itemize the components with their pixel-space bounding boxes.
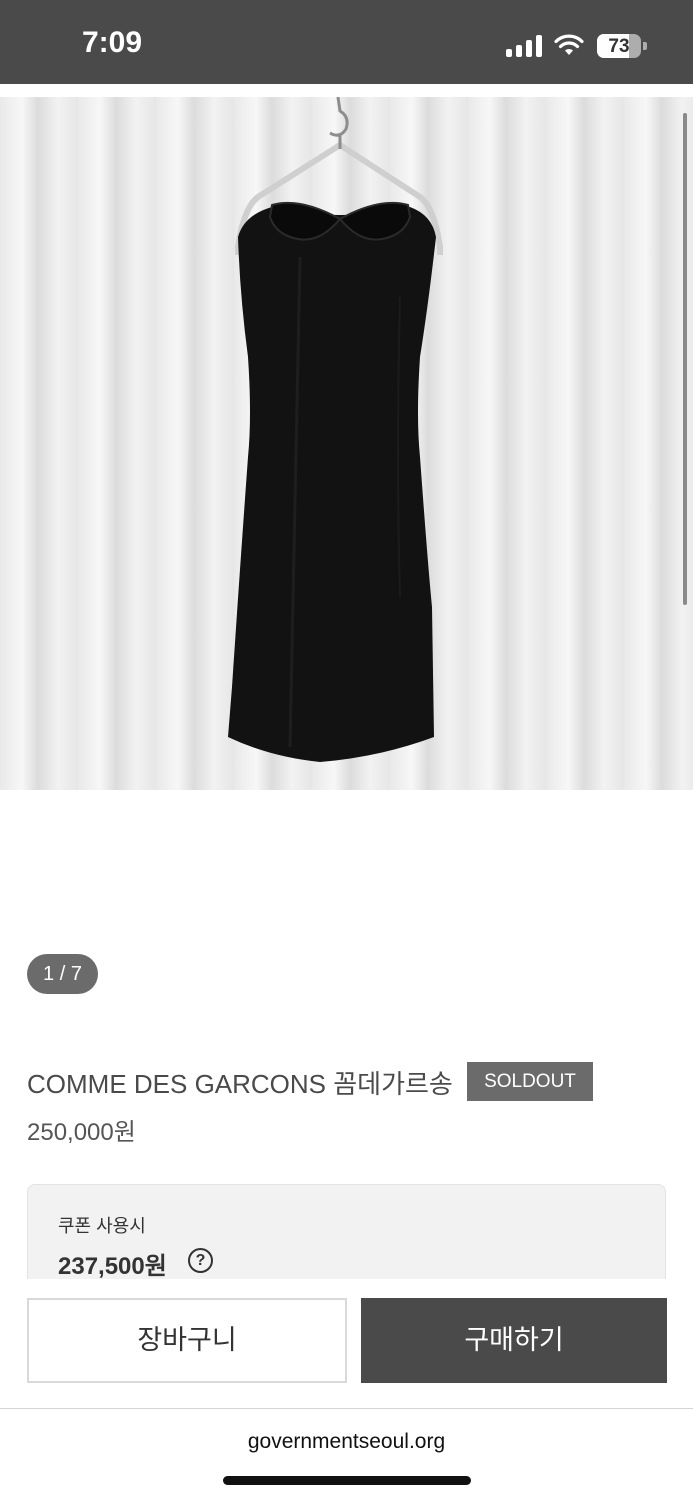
buy-button[interactable]: 구매하기 xyxy=(361,1298,667,1383)
image-page-indicator: 1 / 7 xyxy=(27,954,98,994)
status-bar: 7:09 73 xyxy=(0,0,693,84)
coupon-label: 쿠폰 사용시 xyxy=(58,1216,146,1236)
help-icon[interactable]: ? xyxy=(188,1248,213,1273)
coupon-price: 237,500원 xyxy=(58,1253,167,1280)
wifi-icon xyxy=(554,34,584,55)
product-price: 250,000원 xyxy=(27,1119,136,1146)
battery-level: 73 xyxy=(608,36,630,57)
cellular-signal-icon xyxy=(506,35,544,57)
browser-address-bar[interactable] xyxy=(0,1408,693,1500)
status-time: 7:09 xyxy=(82,26,143,59)
battery-icon: 73 xyxy=(597,34,647,58)
product-title: COMME DES GARCONS 꼼데가르송 xyxy=(27,1069,453,1099)
url-text[interactable]: governmentseoul.org xyxy=(0,1430,693,1454)
home-indicator[interactable] xyxy=(223,1476,471,1485)
scroll-indicator[interactable] xyxy=(683,113,687,605)
product-image-gallery[interactable] xyxy=(0,97,693,790)
soldout-badge: SOLDOUT xyxy=(467,1062,593,1101)
cart-button[interactable]: 장바구니 xyxy=(27,1298,347,1383)
product-image xyxy=(228,97,443,762)
